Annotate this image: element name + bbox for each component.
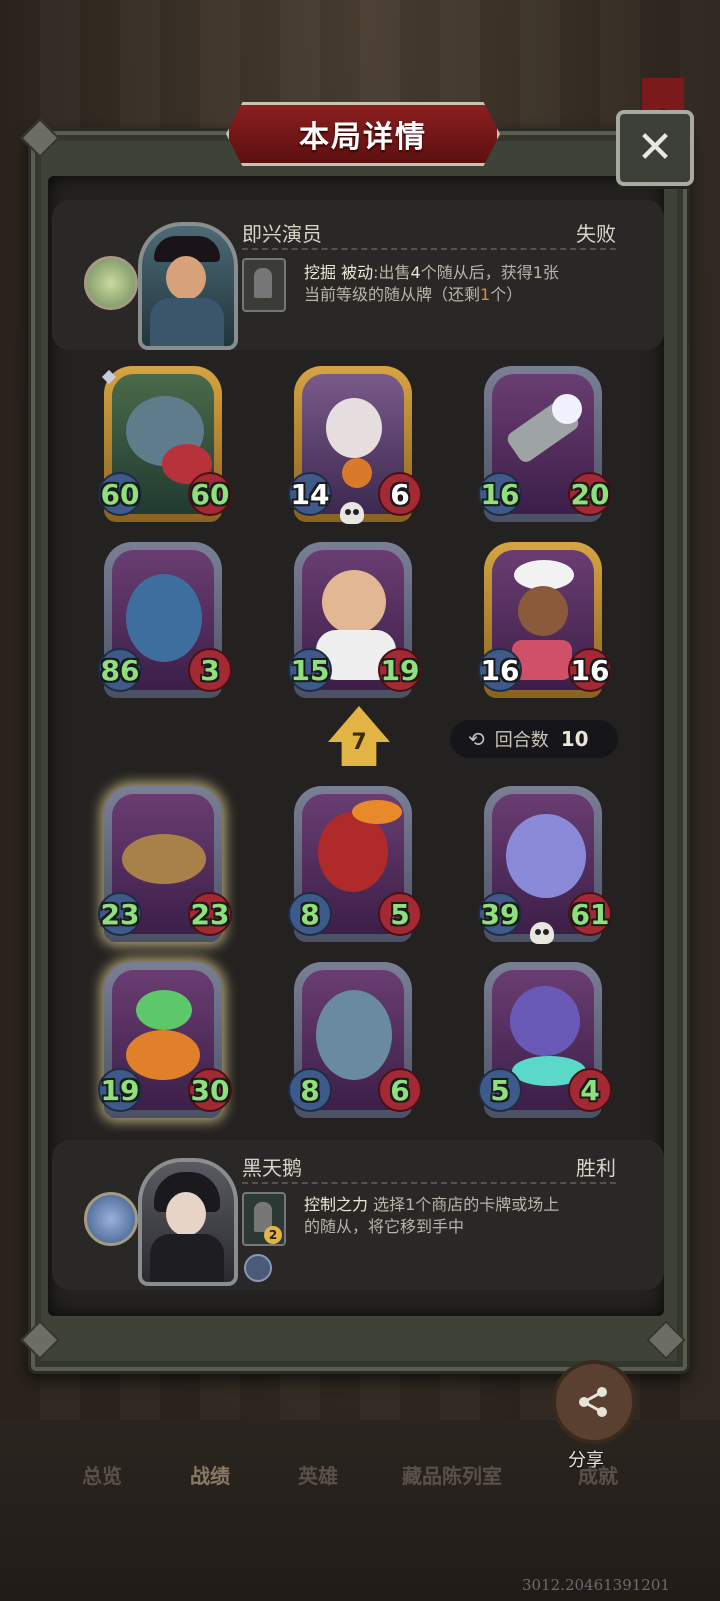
attack-stat: 16 [478,472,522,516]
attack-stat: 19 [98,1068,142,1112]
close-icon: ✕ [636,122,674,173]
version-text: 3012.20461391201 [522,1576,670,1594]
tab-heroes[interactable]: 英雄 [298,1460,338,1489]
tavern-tier-value: 7 [351,729,367,755]
skill-number: 4 [410,263,421,282]
attack-stat: 39 [478,892,522,936]
attack-stat: 15 [288,648,332,692]
skill-remaining: 1 [480,285,491,304]
player-top-result: 失败 [576,222,616,246]
attack-stat: 60 [98,472,142,516]
health-stat: 4 [568,1068,612,1112]
skill-text-part: 个） [490,285,523,304]
skill-text-part: 选择1个商店的卡牌或场上 [373,1195,560,1214]
repeat-icon: ⟲ [468,727,485,751]
tab-overview[interactable]: 总览 [82,1460,122,1489]
skull-icon [340,502,364,524]
trinket-icon[interactable] [244,1254,272,1282]
share-icon [579,1387,607,1417]
hero-power-desc-bottom: 控制之力 选择1个商店的卡牌或场上 的随从，将它移到手中 [304,1194,624,1238]
attack-stat: 5 [478,1068,522,1112]
player-bottom-result: 胜利 [576,1156,616,1180]
health-stat: 23 [188,892,232,936]
tab-collection[interactable]: 藏品陈列室 [402,1460,502,1489]
map-orb-icon [84,256,138,310]
dialog-title-banner: 本局详情 [226,102,500,166]
health-stat: 19 [378,648,422,692]
health-stat: 20 [568,472,612,516]
round-count-value: 10 [560,727,589,751]
health-stat: 16 [568,648,612,692]
attack-stat: 8 [288,892,332,936]
minion-card[interactable]: 14 6 [288,366,422,524]
skull-icon [530,922,554,944]
player-bottom-name: 黑天鹅 [242,1156,302,1180]
share-button[interactable] [552,1360,636,1444]
player-top-name: 即兴演员 [242,222,322,246]
attack-stat: 23 [98,892,142,936]
skill-cost-badge: 2 [264,1226,282,1244]
bottom-nav [0,1420,720,1601]
divider [242,1182,616,1184]
health-stat: 60 [188,472,232,516]
health-stat: 5 [378,892,422,936]
health-stat: 30 [188,1068,232,1112]
attack-stat: 16 [478,648,522,692]
skill-name: 控制之力 [304,1195,369,1214]
health-stat: 6 [378,1068,422,1112]
skill-name: 挖掘 [304,263,337,282]
close-button[interactable]: ✕ [616,110,694,186]
hero-portrait-top[interactable] [138,222,238,350]
share-label: 分享 [568,1450,604,1471]
round-count-label: 回合数 [494,730,549,751]
minion-card[interactable]: 16 20 [478,366,612,522]
minion-card[interactable]: 19 30 [98,962,232,1118]
minion-card[interactable]: 39 61 [478,786,612,944]
round-count: ⟲ 回合数 10 [450,720,618,758]
map-orb-icon [84,1192,138,1246]
hero-power-icon[interactable] [242,258,286,312]
minion-card[interactable]: 86 3 [98,542,232,698]
hero-portrait-bottom[interactable] [138,1158,238,1286]
minion-card[interactable]: 5 4 [478,962,612,1118]
health-stat: 3 [188,648,232,692]
divider [242,248,616,250]
health-stat: 6 [378,472,422,516]
attack-stat: 86 [98,648,142,692]
minion-card[interactable]: 15 19 [288,542,422,698]
minion-card[interactable]: 16 16 [478,542,612,698]
minion-card[interactable]: 8 5 [288,786,422,942]
health-stat: 61 [568,892,612,936]
skill-text-part: :出售 [373,263,411,282]
skill-text-part: 的随从，将它移到手中 [304,1217,465,1236]
hero-power-desc-top: 挖掘 被动:出售4个随从后，获得1张 当前等级的随从牌（还剩1个） [304,262,624,306]
tab-record[interactable]: 战绩 [190,1460,230,1489]
attack-stat: 8 [288,1068,332,1112]
skill-text-part: 个随从后，获得1张 [420,263,559,282]
dialog-title: 本局详情 [299,120,427,155]
skill-type: 被动 [341,263,374,282]
minion-card[interactable]: 60 60 [98,366,232,522]
attack-stat: 14 [288,472,332,516]
minion-card[interactable]: 23 23 [98,786,232,942]
minion-card[interactable]: 8 6 [288,962,422,1118]
skill-text-part: 当前等级的随从牌（还剩 [304,285,481,304]
